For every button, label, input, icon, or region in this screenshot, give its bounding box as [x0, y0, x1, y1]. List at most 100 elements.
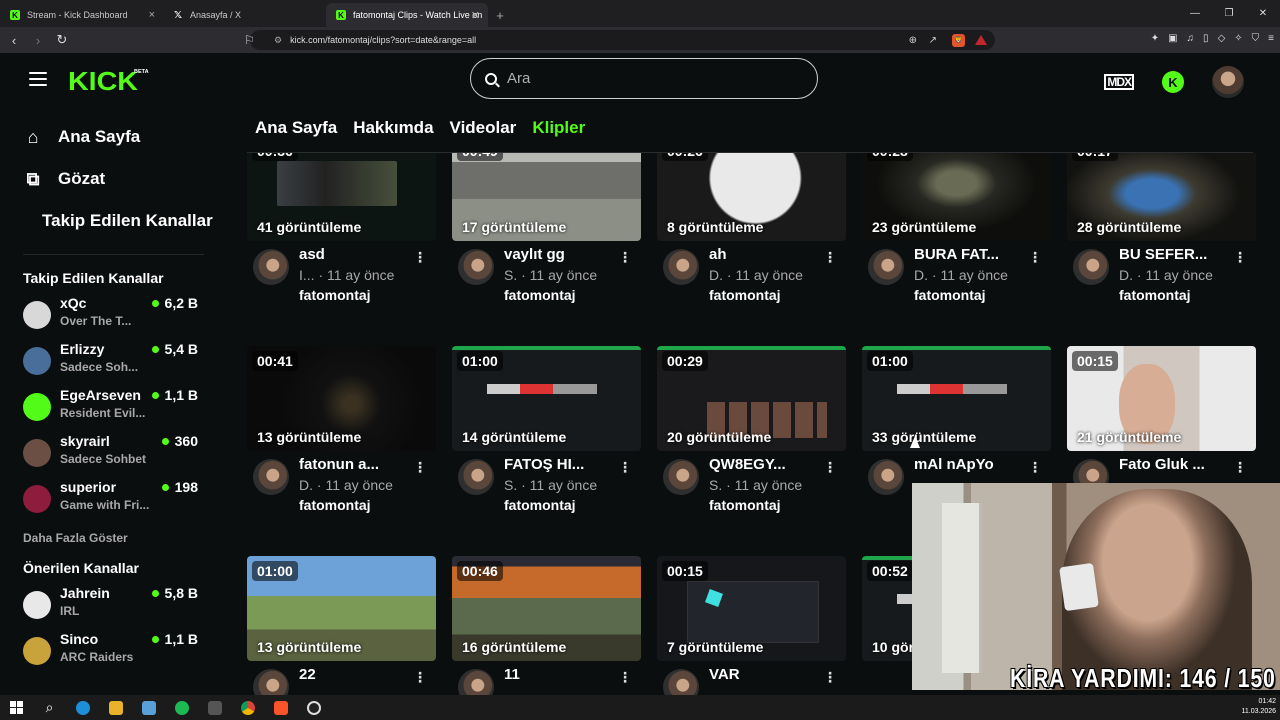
channel-item[interactable]: Erlizzy Sadece Soh... 5,4 B	[0, 337, 216, 383]
mdx-icon[interactable]: MDX	[1104, 74, 1134, 90]
channel-avatar[interactable]	[663, 669, 699, 695]
clip-title[interactable]: fatonun a...	[299, 456, 379, 473]
more-options-icon[interactable]: ⋮	[1233, 459, 1247, 476]
more-options-icon[interactable]: ⋮	[1028, 249, 1042, 266]
channel-avatar[interactable]	[458, 459, 494, 495]
site-info-icon[interactable]: ⚙	[274, 35, 282, 46]
more-options-icon[interactable]: ⋮	[618, 249, 632, 266]
clip-title[interactable]: VAR	[709, 666, 740, 683]
clip-thumbnail[interactable]: 01:00 14 görüntüleme	[452, 346, 641, 451]
close-window-icon[interactable]: ✕	[1246, 0, 1280, 27]
clip-title[interactable]: ah	[709, 246, 727, 263]
file-explorer-icon[interactable]	[99, 695, 132, 720]
tab-videos[interactable]: Videolar	[450, 118, 517, 138]
browser-tab-2[interactable]: 𝕏 Anasayfa / X	[163, 3, 326, 27]
channel-avatar[interactable]	[1073, 249, 1109, 285]
channel-avatar[interactable]	[253, 249, 289, 285]
brave-rewards-icon[interactable]	[975, 35, 987, 45]
sidebar-item-home[interactable]: ⌂ Ana Sayfa	[0, 117, 216, 157]
kick-logo[interactable]: KICK BETA	[68, 66, 149, 97]
clip-thumbnail[interactable]: 00:17 28 görüntüleme	[1067, 153, 1256, 241]
sidebar-icon[interactable]: ▯	[1203, 33, 1209, 44]
close-icon[interactable]: ✕	[471, 9, 480, 22]
leo-icon[interactable]: ◇	[1218, 33, 1226, 44]
more-options-icon[interactable]: ⋮	[413, 459, 427, 476]
channel-avatar[interactable]	[253, 459, 289, 495]
obs-icon[interactable]	[297, 695, 330, 720]
channel-avatar[interactable]	[868, 249, 904, 285]
extensions-icon[interactable]: ✦	[1151, 33, 1159, 44]
channel-item[interactable]: EgeArseven Resident Evil... 1,1 B	[0, 383, 216, 429]
bookmark-icon[interactable]: ⚐	[244, 33, 255, 47]
clip-thumbnail[interactable]: 01:00 33 görüntüleme	[862, 346, 1051, 451]
clip-title[interactable]: asd	[299, 246, 325, 263]
show-more-link[interactable]: Daha Fazla Göster	[0, 521, 216, 555]
windows-start-icon[interactable]	[0, 695, 33, 720]
brave-icon[interactable]	[264, 695, 297, 720]
more-options-icon[interactable]: ⋮	[413, 249, 427, 266]
clip-channel[interactable]: fatomontaj	[1119, 287, 1191, 303]
music-icon[interactable]: ♫	[1187, 33, 1195, 44]
clip-title[interactable]: FATOŞ HI...	[504, 456, 584, 473]
more-options-icon[interactable]: ⋮	[618, 459, 632, 476]
clip-channel[interactable]: fatomontaj	[504, 287, 576, 303]
channel-avatar[interactable]	[458, 249, 494, 285]
clip-channel[interactable]: fatomontaj	[914, 287, 986, 303]
clip-thumbnail[interactable]: 00:49 17 görüntüleme	[452, 153, 641, 241]
minimize-icon[interactable]: —	[1178, 0, 1212, 27]
clip-title[interactable]: QW8EGY...	[709, 456, 786, 473]
back-icon[interactable]: ‹	[4, 33, 24, 48]
channel-avatar[interactable]	[663, 459, 699, 495]
clip-thumbnail[interactable]: 01:00 13 görüntüleme	[247, 556, 436, 661]
zoom-icon[interactable]: ⊕	[909, 35, 917, 46]
clip-thumbnail[interactable]: 00:15 7 görüntüleme	[657, 556, 846, 661]
more-options-icon[interactable]: ⋮	[823, 459, 837, 476]
brave-shield-icon[interactable]: 🦁	[952, 33, 965, 47]
clip-title[interactable]: 22	[299, 666, 316, 683]
clip-thumbnail[interactable]: 00:26 8 görüntüleme	[657, 153, 846, 241]
channel-item[interactable]: Jahrein IRL 5,8 B	[0, 581, 216, 627]
clip-thumbnail[interactable]: 00:46 16 görüntüleme	[452, 556, 641, 661]
more-options-icon[interactable]: ⋮	[413, 669, 427, 686]
more-options-icon[interactable]: ⋮	[618, 669, 632, 686]
channel-avatar[interactable]	[458, 669, 494, 695]
clip-title[interactable]: 11	[504, 666, 520, 683]
search-input[interactable]: Ara	[470, 58, 818, 99]
more-options-icon[interactable]: ⋮	[823, 669, 837, 686]
channel-avatar[interactable]	[663, 249, 699, 285]
vpn-icon[interactable]: ✧	[1234, 33, 1242, 44]
channel-avatar[interactable]	[868, 459, 904, 495]
close-icon[interactable]: ×	[149, 9, 155, 21]
clip-title[interactable]: mAl nApYo	[914, 456, 994, 473]
clip-thumbnail[interactable]: 00:28 23 görüntüleme	[862, 153, 1051, 241]
browser-tab-3[interactable]: K fatomontaj Clips - Watch Live on ✕	[326, 3, 488, 27]
clip-channel[interactable]: fatomontaj	[299, 497, 371, 513]
clip-title[interactable]: Fato Gluk ...	[1119, 456, 1205, 473]
hamburger-menu-icon[interactable]	[29, 72, 47, 86]
search-icon[interactable]: ⌕	[33, 695, 66, 720]
clip-channel[interactable]: fatomontaj	[504, 497, 576, 513]
channel-avatar[interactable]	[253, 669, 289, 695]
channel-item[interactable]: superior Game with Fri... 198	[0, 475, 216, 521]
clip-thumbnail[interactable]: 00:36 41 görüntüleme	[247, 153, 436, 241]
clip-thumbnail[interactable]: 00:41 13 görüntüleme	[247, 346, 436, 451]
user-avatar[interactable]	[1212, 66, 1244, 98]
clip-channel[interactable]: fatomontaj	[709, 287, 781, 303]
maximize-icon[interactable]: ❐	[1212, 0, 1246, 27]
menu-icon[interactable]: ≡	[1268, 33, 1274, 44]
clip-title[interactable]: BU SEFER...	[1119, 246, 1207, 263]
more-options-icon[interactable]: ⋮	[1028, 459, 1042, 476]
system-clock[interactable]: 01:42 11.03.2026	[1241, 697, 1276, 717]
share-icon[interactable]: ↗	[929, 35, 937, 46]
tab-about[interactable]: Hakkımda	[353, 118, 433, 138]
tab-home[interactable]: Ana Sayfa	[255, 118, 337, 138]
sidebar-item-browse[interactable]: ⧉ Gözat	[0, 159, 216, 199]
new-tab-button[interactable]: +	[488, 3, 512, 27]
wallet-icon[interactable]: ▣	[1168, 33, 1177, 44]
browser-tab-1[interactable]: K Stream - Kick Dashboard ×	[0, 3, 163, 27]
reload-icon[interactable]: ↻	[52, 32, 72, 48]
forward-icon[interactable]: ›	[28, 33, 48, 48]
clip-channel[interactable]: fatomontaj	[709, 497, 781, 513]
clip-title[interactable]: vaylıt gg	[504, 246, 565, 263]
sidebar-item-following[interactable]: Takip Edilen Kanallar	[0, 201, 216, 241]
